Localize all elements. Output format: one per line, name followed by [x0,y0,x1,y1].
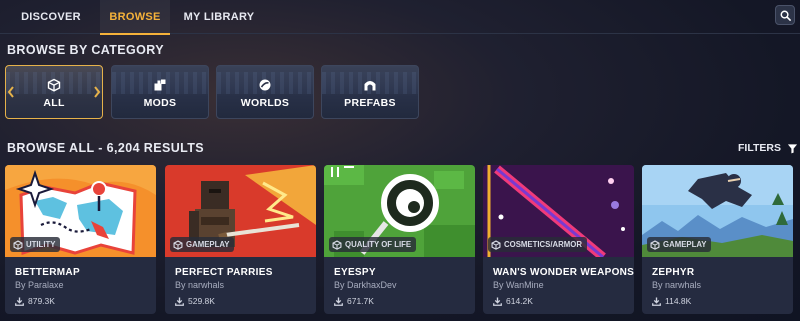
download-count: 614.2K [493,296,533,306]
top-nav: DISCOVER BROWSE MY LIBRARY [0,0,800,35]
globe-icon [259,79,271,91]
category-tag: GAMEPLAY [647,237,712,252]
category-tag: COSMETICS/ARMOR [488,237,587,252]
download-count-value: 671.7K [347,296,374,306]
category-label: PREFABS [344,97,396,109]
download-icon [334,296,343,306]
arch-icon [364,81,376,91]
cube-icon [173,239,183,250]
mod-author[interactable]: By WanMine [493,280,544,290]
category-label: WORLDS [240,97,290,109]
mod-card-wans-wonder-weapons[interactable]: COSMETICS/ARMOR WAN'S WONDER WEAPONS By … [483,165,634,314]
mod-card-eyespy[interactable]: QUALITY OF LIFE EYESPY By DarkhaxDev 671… [324,165,475,314]
mod-author[interactable]: By narwhals [175,280,224,290]
mod-title: ZEPHYR [652,267,695,278]
mod-card-zephyr[interactable]: GAMEPLAY ZEPHYR By narwhals 114.8K [642,165,793,314]
filters-label: FILTERS [738,142,781,154]
category-all[interactable]: ALL [5,65,103,119]
tab-my-library[interactable]: MY LIBRARY [180,0,258,34]
download-icon [493,296,502,306]
tag-label: GAMEPLAY [663,240,707,249]
cube-icon [650,239,660,250]
mod-author[interactable]: By DarkhaxDev [334,280,397,290]
download-count-value: 879.3K [28,296,55,306]
download-count: 671.7K [334,296,374,306]
download-count: 114.8K [652,296,691,306]
search-icon [780,10,791,21]
category-prefabs[interactable]: PREFABS [321,65,419,119]
tag-label: GAMEPLAY [186,240,230,249]
mod-title: WAN'S WONDER WEAPONS [493,267,634,278]
category-worlds[interactable]: WORLDS [216,65,314,119]
category-tag: GAMEPLAY [170,237,235,252]
mod-card-perfect-parries[interactable]: GAMEPLAY PERFECT PARRIES By narwhals 529… [165,165,316,314]
tab-browse[interactable]: BROWSE [100,0,170,35]
cube-icon [47,78,61,92]
download-count: 879.3K [15,296,55,306]
download-count-value: 114.8K [665,296,692,306]
download-icon [15,296,24,306]
mod-author[interactable]: By Paralaxe [15,280,64,290]
mod-title: BETTERMAP [15,267,80,278]
category-tag: QUALITY OF LIFE [329,237,417,252]
cube-icon [491,239,501,250]
tab-discover[interactable]: DISCOVER [16,0,86,34]
download-count-value: 614.2K [506,296,533,306]
download-count: 529.8K [175,296,215,306]
category-tag: UTILITY [10,237,61,252]
download-count-value: 529.8K [188,296,215,306]
download-icon [652,296,661,306]
filter-icon [787,143,798,153]
category-mods[interactable]: MODS [111,65,209,119]
results-heading: BROWSE ALL - 6,204 RESULTS [7,141,205,155]
category-label: MODS [143,97,177,109]
mod-title: EYESPY [334,267,376,278]
cube-icon [332,239,342,250]
category-label: ALL [43,97,65,109]
tag-label: COSMETICS/ARMOR [504,240,582,249]
browse-by-category-heading: BROWSE BY CATEGORY [7,43,164,57]
filters-button[interactable]: FILTERS [738,142,798,154]
mod-card-bettermap[interactable]: UTILITY BETTERMAP By Paralaxe 879.3K [5,165,156,314]
tag-label: QUALITY OF LIFE [345,240,412,249]
mod-author[interactable]: By narwhals [652,280,701,290]
cube-icon [13,239,23,250]
search-button[interactable] [775,5,795,25]
puzzle-icon [154,79,166,91]
tag-label: UTILITY [26,240,56,249]
download-icon [175,296,184,306]
mod-title: PERFECT PARRIES [175,267,273,278]
